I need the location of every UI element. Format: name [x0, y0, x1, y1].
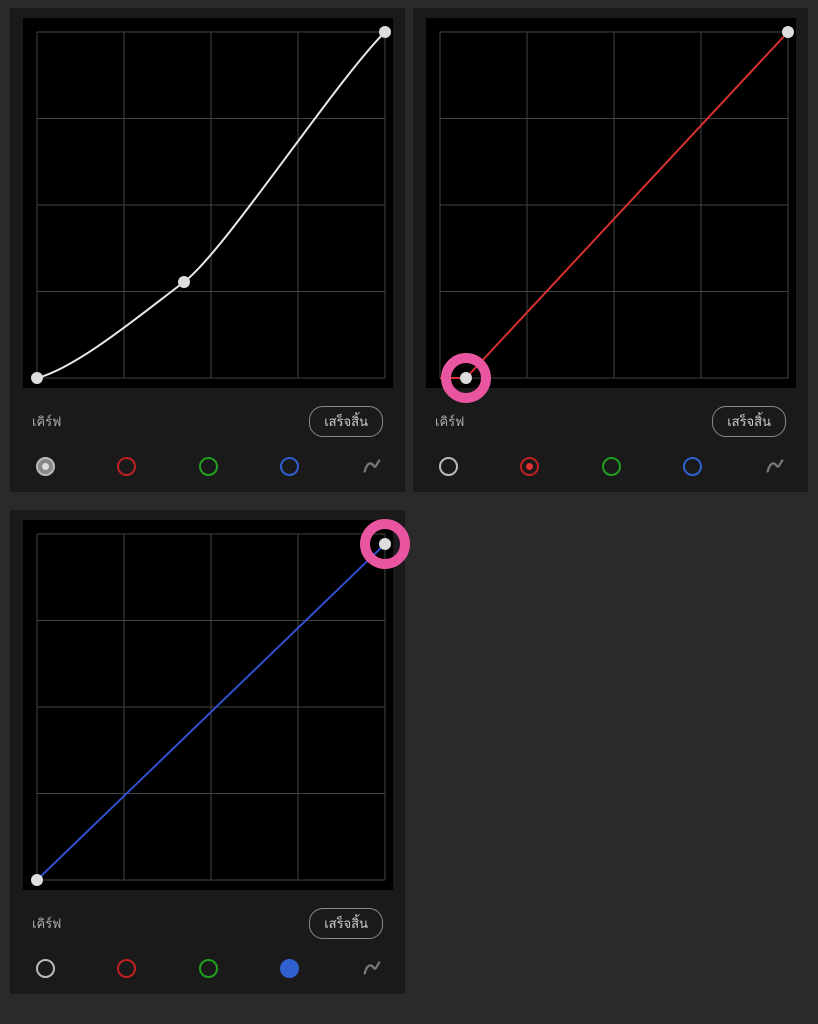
controls-row: เคิร์ฟ เสร็จสิ้น — [413, 388, 808, 437]
channel-green-button[interactable] — [199, 959, 218, 978]
curves-panel-blue: เคิร์ฟ เสร็จสิ้น — [10, 510, 405, 994]
curve-editor[interactable] — [23, 18, 393, 388]
channel-blue-button[interactable] — [280, 959, 299, 978]
curve-label: เคิร์ฟ — [435, 411, 464, 432]
channel-red-button[interactable] — [117, 457, 136, 476]
channel-green-button[interactable] — [602, 457, 621, 476]
channel-green-button[interactable] — [199, 457, 218, 476]
curve-handle[interactable] — [379, 538, 391, 550]
curves-panel-red: เคิร์ฟ เสร็จสิ้น — [413, 8, 808, 492]
curve-grid — [426, 18, 796, 388]
reset-curve-icon[interactable] — [361, 957, 383, 979]
curve-handle[interactable] — [31, 874, 43, 886]
curve-editor[interactable] — [426, 18, 796, 388]
channel-white-button[interactable] — [439, 457, 458, 476]
controls-row: เคิร์ฟ เสร็จสิ้น — [10, 388, 405, 437]
curve-grid — [23, 520, 393, 890]
done-button[interactable]: เสร็จสิ้น — [309, 908, 383, 939]
reset-curve-icon[interactable] — [361, 455, 383, 477]
channel-white-button[interactable] — [36, 457, 55, 476]
channel-row — [10, 939, 405, 979]
channel-row — [10, 437, 405, 477]
channel-blue-button[interactable] — [280, 457, 299, 476]
curve-handle[interactable] — [31, 372, 43, 384]
channel-red-button[interactable] — [520, 457, 539, 476]
reset-curve-icon[interactable] — [764, 455, 786, 477]
curve-label: เคิร์ฟ — [32, 411, 61, 432]
controls-row: เคิร์ฟ เสร็จสิ้น — [10, 890, 405, 939]
curves-panel-white: เคิร์ฟ เสร็จสิ้น — [10, 8, 405, 492]
curve-editor[interactable] — [23, 520, 393, 890]
curve-handle[interactable] — [379, 26, 391, 38]
curve-label: เคิร์ฟ — [32, 913, 61, 934]
done-button[interactable]: เสร็จสิ้น — [712, 406, 786, 437]
curve-handle[interactable] — [178, 276, 190, 288]
channel-blue-button[interactable] — [683, 457, 702, 476]
curve-handle[interactable] — [782, 26, 794, 38]
curve-handle[interactable] — [460, 372, 472, 384]
channel-row — [413, 437, 808, 477]
curve-grid — [23, 18, 393, 388]
channel-white-button[interactable] — [36, 959, 55, 978]
channel-red-button[interactable] — [117, 959, 136, 978]
done-button[interactable]: เสร็จสิ้น — [309, 406, 383, 437]
